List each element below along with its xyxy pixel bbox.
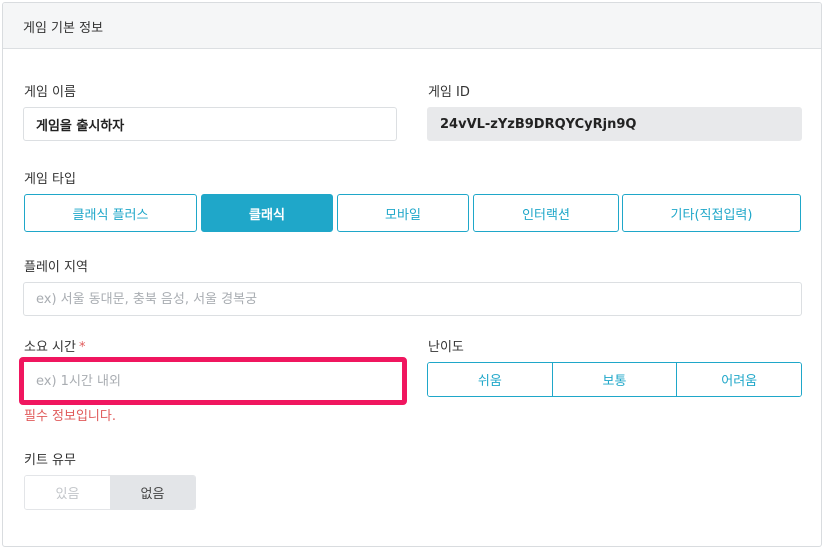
- game-id-field: [427, 107, 802, 141]
- difficulty-option-easy[interactable]: 쉬움: [428, 363, 553, 396]
- game-type-label: 게임 타입: [24, 172, 76, 187]
- difficulty-option-hard[interactable]: 어려움: [677, 363, 801, 396]
- difficulty-label: 난이도: [428, 340, 464, 355]
- play-region-label: 플레이 지역: [24, 260, 88, 275]
- duration-label-text: 소요 시간: [24, 340, 76, 355]
- game-type-option-other[interactable]: 기타(직접입력): [622, 194, 801, 232]
- duration-error-message: 필수 정보입니다.: [24, 409, 116, 424]
- difficulty-option-normal[interactable]: 보통: [552, 363, 678, 396]
- kit-toggle: 있음 없음: [24, 475, 196, 510]
- game-id-label: 게임 ID: [428, 85, 470, 100]
- kit-option-no[interactable]: 없음: [110, 476, 195, 509]
- section-header: 게임 기본 정보: [3, 3, 821, 49]
- play-region-input[interactable]: [23, 282, 802, 316]
- game-type-option-classic-plus[interactable]: 클래식 플러스: [24, 194, 197, 232]
- required-mark: *: [78, 340, 86, 355]
- duration-input[interactable]: [24, 362, 402, 400]
- kit-option-yes[interactable]: 있음: [25, 476, 110, 509]
- duration-label: 소요 시간 *: [24, 336, 85, 355]
- game-type-option-interaction[interactable]: 인터랙션: [473, 194, 619, 232]
- section-title: 게임 기본 정보: [23, 21, 104, 36]
- game-basic-info-card: 게임 기본 정보 게임 이름 게임 ID 게임 타입 클래식 플러스 클래식 모…: [2, 2, 822, 547]
- difficulty-segmented-control: 쉬움 보통 어려움: [427, 362, 802, 397]
- game-name-label: 게임 이름: [24, 85, 76, 100]
- game-type-option-mobile[interactable]: 모바일: [337, 194, 469, 232]
- game-type-option-classic[interactable]: 클래식: [201, 194, 333, 232]
- kit-label: 키트 유무: [24, 453, 76, 468]
- game-name-input[interactable]: [23, 107, 397, 141]
